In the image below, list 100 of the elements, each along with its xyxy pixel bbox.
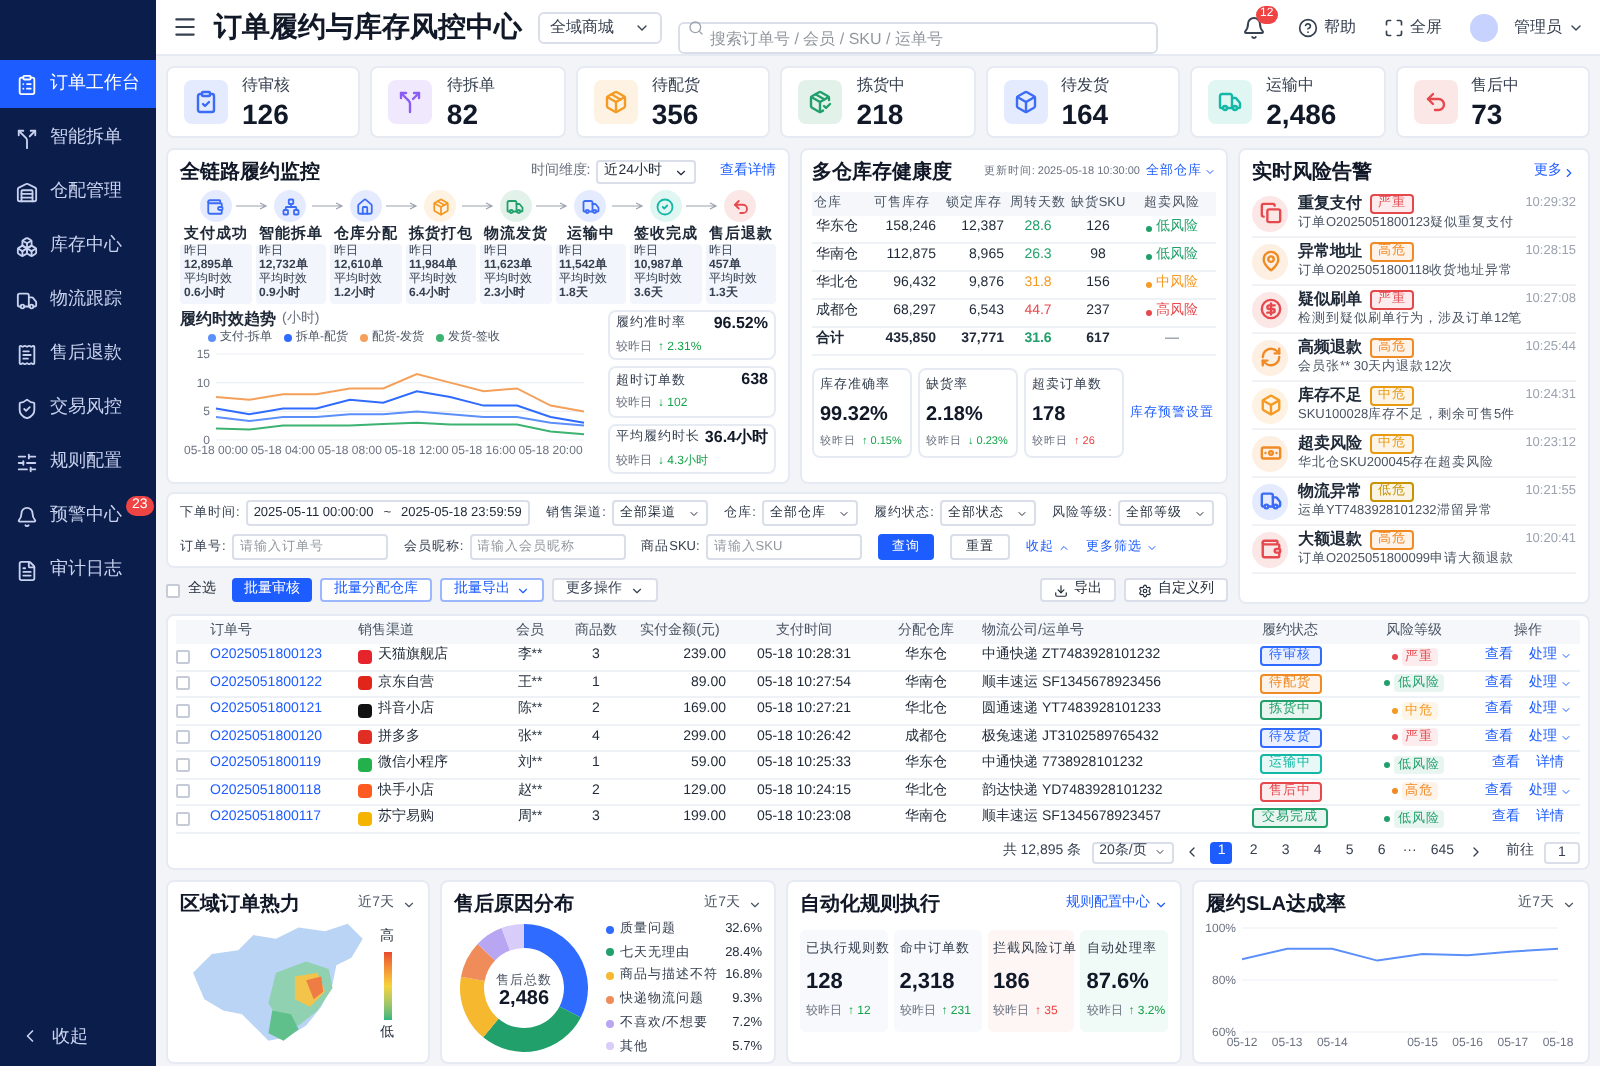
sidebar-item[interactable]: 智能拆单 — [0, 114, 156, 162]
arrow-icon — [686, 202, 718, 210]
kpi-value: 218 — [856, 99, 905, 127]
caret-icon — [1559, 677, 1571, 690]
caret-icon — [1559, 731, 1571, 744]
fullscreen-button[interactable]: 全屏 — [1384, 15, 1442, 39]
caret-icon — [1559, 650, 1571, 663]
alert-title: 物流异常 — [1298, 480, 1362, 503]
help-button[interactable]: 帮助 — [1298, 15, 1356, 39]
chevron-icon — [748, 897, 762, 911]
checkbox[interactable] — [166, 583, 180, 597]
kpi-label: 待拆单 — [446, 77, 495, 93]
bell-icon — [16, 505, 38, 527]
stat-value: 2.18% — [926, 401, 985, 430]
next-page-icon[interactable] — [1468, 844, 1484, 860]
panel-title: 全链路履约监控 — [180, 159, 320, 187]
settings-icon — [1138, 583, 1152, 597]
kpi-label: 拣货中 — [856, 77, 905, 93]
stat-value: 96.52% — [713, 312, 768, 337]
menu-icon[interactable] — [172, 14, 198, 40]
user-menu[interactable]: 管理员 — [1514, 15, 1584, 39]
chevron-icon — [674, 165, 688, 179]
kpi-label: 待发货 — [1061, 77, 1110, 93]
alert-title: 大额退款 — [1298, 528, 1362, 551]
chevron-icon — [1204, 166, 1216, 178]
alert-title: 高频退款 — [1298, 336, 1362, 359]
collapse-button[interactable]: 收起 — [0, 1023, 156, 1050]
kpi-value: 73 — [1471, 99, 1505, 127]
checkbox[interactable] — [176, 784, 190, 799]
stat-value: 36.4小时 — [704, 425, 768, 450]
split-icon — [16, 127, 38, 149]
stat-value: 638 — [741, 368, 768, 393]
kpi-value: 356 — [651, 99, 700, 127]
sidebar-item[interactable]: 交易风控 — [0, 384, 156, 432]
chevron-icon — [1562, 165, 1576, 179]
stat-value: 2,318 — [899, 967, 957, 998]
stat-value: 128 — [806, 967, 845, 998]
checkbox[interactable] — [176, 730, 190, 745]
store-select[interactable]: 全域商城 — [538, 11, 662, 43]
sidebar-item[interactable]: 物流跟踪 — [0, 276, 156, 324]
sidebar-item[interactable]: 仓配管理 — [0, 168, 156, 216]
chevron-icon — [1154, 846, 1167, 858]
alert-title: 异常地址 — [1298, 240, 1362, 263]
clipboard-icon — [16, 73, 38, 95]
kpi-value: 82 — [446, 99, 480, 127]
panel-title: 多仓库存健康度 — [812, 158, 952, 187]
chevron-icon — [1562, 897, 1576, 911]
truck-icon — [16, 289, 38, 311]
sidebar-item[interactable]: 售后退款 — [0, 330, 156, 378]
kpi-label: 运输中 — [1266, 77, 1317, 93]
panel-title: 区域订单热力 — [180, 891, 300, 919]
arrow-icon — [611, 202, 643, 210]
color-scale-bar — [383, 952, 391, 1020]
panel-title: 售后原因分布 — [454, 891, 574, 919]
warehouse-icon — [16, 181, 38, 203]
sidebar-item[interactable]: 订单工作台 — [0, 60, 156, 108]
stat-value: 87.6% — [1086, 967, 1151, 998]
chevron-icon — [1193, 507, 1206, 519]
checkbox[interactable] — [176, 676, 190, 691]
sidebar-item[interactable]: 库存中心 — [0, 222, 156, 270]
panel-title: 履约SLA达成率 — [1206, 890, 1346, 919]
caret-icon — [1559, 785, 1571, 798]
panel-title: 自动化规则执行 — [800, 891, 940, 919]
checkbox[interactable] — [176, 703, 190, 718]
stat-value: 178 — [1032, 401, 1068, 430]
document-icon — [16, 559, 38, 581]
kpi-label: 售后中 — [1471, 77, 1520, 93]
download-icon — [1054, 583, 1068, 597]
search-icon — [688, 19, 704, 35]
alert-title: 超卖风险 — [1298, 432, 1362, 455]
checkbox[interactable] — [176, 811, 190, 826]
kpi-label: 待配货 — [651, 77, 700, 93]
page-title: 订单履约与库存风控中心 — [214, 8, 522, 46]
sliders-icon — [16, 451, 38, 473]
chevron-icon — [1154, 897, 1168, 911]
avatar — [1470, 13, 1498, 41]
chevron-icon — [1015, 507, 1028, 519]
arrow-icon — [461, 202, 493, 210]
donut-center-value: 2,486 — [498, 988, 550, 1010]
chevron-icon — [1145, 541, 1158, 553]
bell-icon[interactable] — [1242, 15, 1266, 39]
help-icon — [1298, 17, 1318, 37]
checkbox[interactable] — [176, 757, 190, 772]
caret-icon — [1559, 704, 1571, 717]
checkbox[interactable] — [176, 649, 190, 664]
alert-title: 库存不足 — [1298, 384, 1362, 408]
shield-icon — [16, 397, 38, 419]
chevron-icon — [687, 507, 700, 519]
search-field[interactable]: 搜索订单号 / 会员 / SKU / 运单号 — [678, 22, 1158, 54]
stat-value: 186 — [993, 967, 1032, 998]
arrow-icon — [536, 202, 568, 210]
sidebar-item[interactable]: 规则配置 — [0, 438, 156, 486]
fullscreen-icon — [1384, 17, 1404, 37]
alert-title: 重复支付 — [1298, 192, 1362, 215]
kpi-value: 126 — [242, 99, 290, 127]
chevron-icon — [630, 583, 644, 597]
arrow-icon — [311, 202, 343, 210]
sidebar-item[interactable]: 审计日志 — [0, 546, 156, 594]
chart-title: 履约时效趋势 — [180, 308, 276, 330]
panel-title: 实时风险告警 — [1252, 158, 1372, 187]
